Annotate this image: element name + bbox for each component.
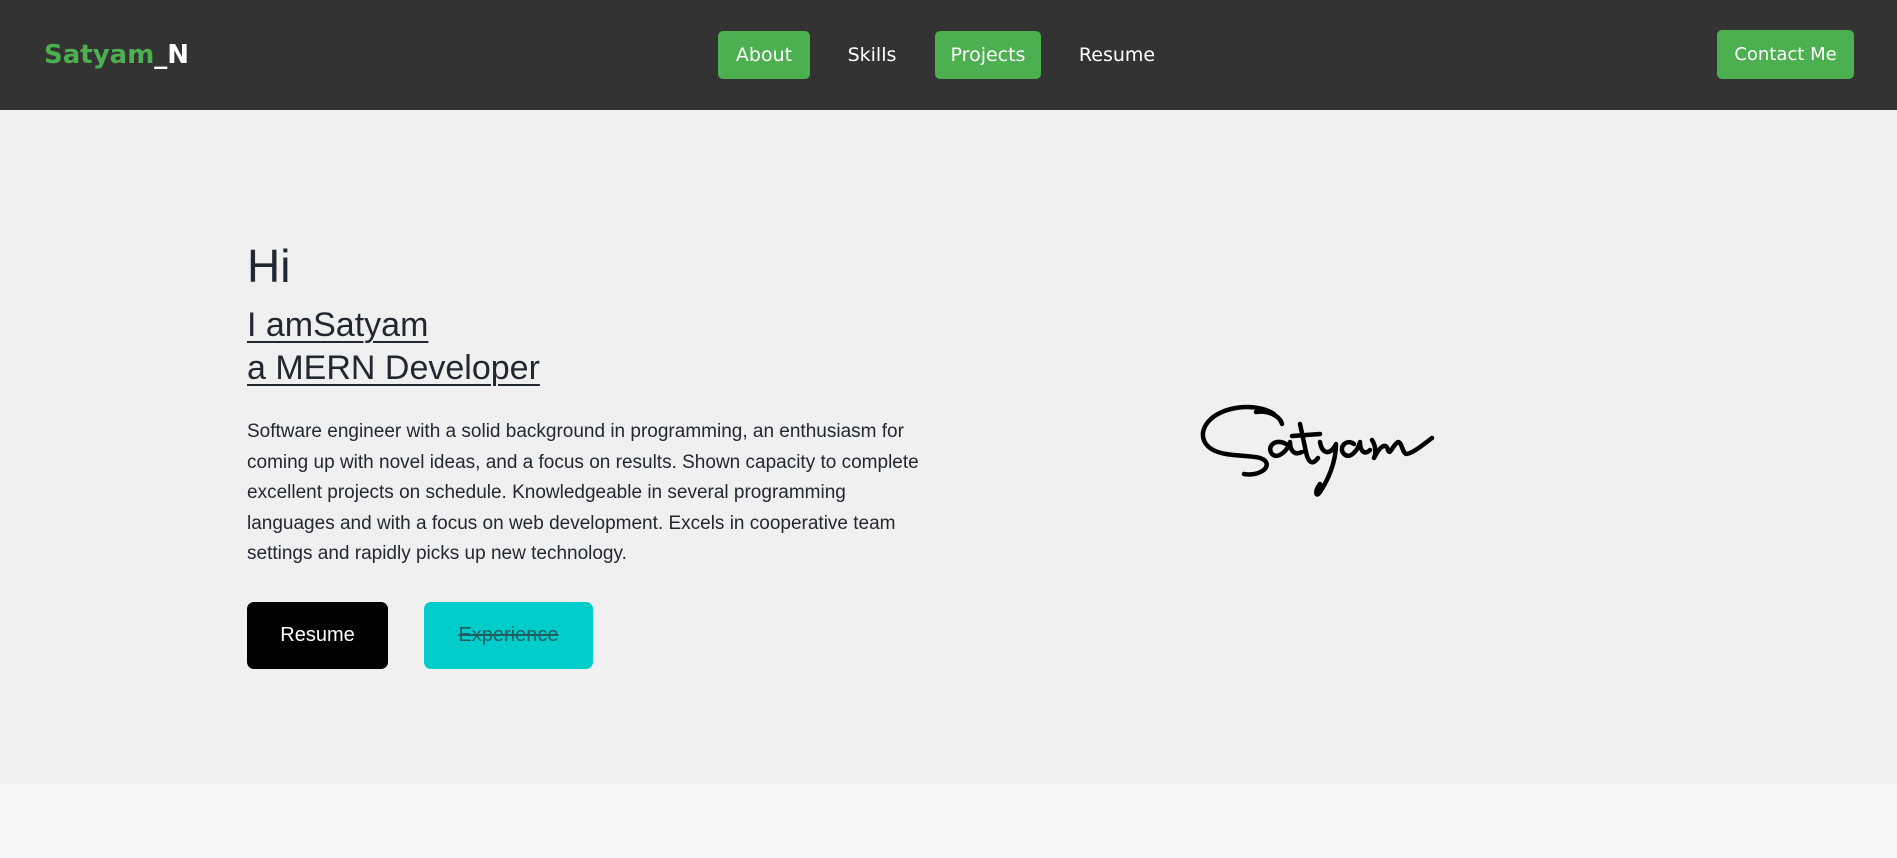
bio-paragraph: Software engineer with a solid backgroun…	[247, 421, 919, 564]
intro-heading: I amSatyam a MERN Developer	[247, 304, 540, 390]
greeting-heading: Hi	[247, 240, 291, 292]
nav-about-link[interactable]: About	[718, 31, 810, 79]
resume-button[interactable]: Resume	[247, 602, 388, 669]
brand-name: Satyam	[44, 40, 155, 70]
intro-name-line: I amSatyam	[247, 306, 429, 344]
nav-projects-link[interactable]: Projects	[935, 31, 1041, 79]
contact-me-button[interactable]: Contact Me	[1717, 30, 1854, 79]
signature-image	[1200, 404, 1435, 497]
experience-button[interactable]: Experience	[424, 602, 593, 669]
brand-suffix: _N	[154, 40, 190, 70]
navbar: Satyam_N About Skills Projects Resume Co…	[0, 0, 1897, 110]
next-section	[0, 784, 1897, 858]
brand-logo[interactable]: Satyam_N	[44, 38, 189, 72]
nav-resume-link[interactable]: Resume	[1062, 31, 1172, 79]
nav-skills-link[interactable]: Skills	[830, 31, 914, 79]
intro-role-line: a MERN Developer	[247, 349, 540, 387]
